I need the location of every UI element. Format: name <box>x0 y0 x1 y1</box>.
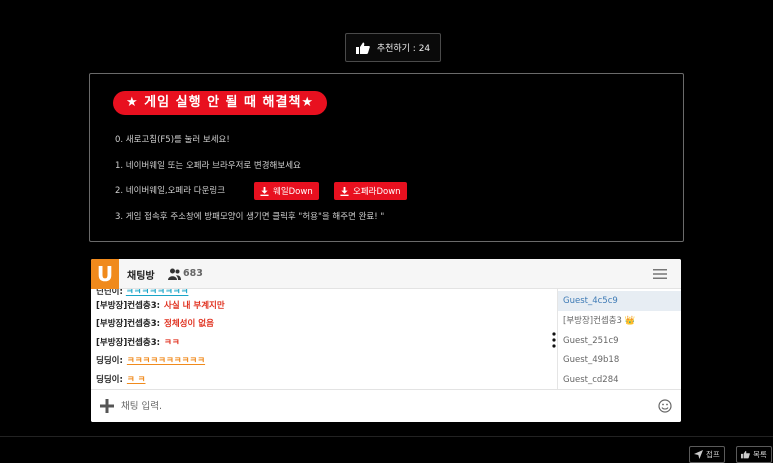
message-item: 딩딩이: ㅋ ㅋ <box>96 373 145 385</box>
bottom-bar: 접프 목록 <box>0 436 773 463</box>
chat-logo: U <box>91 259 119 289</box>
plus-icon[interactable] <box>100 399 114 413</box>
message-text: 사실 내 부계지만 <box>164 301 225 311</box>
opera-download-button[interactable]: 오페라Down <box>334 182 407 200</box>
user-list-item[interactable]: Guest_251c9 <box>558 331 681 351</box>
message-author: 딩딩이: <box>96 375 123 385</box>
whale-download-button[interactable]: 웨일Down <box>254 182 319 200</box>
user-list-item[interactable]: [부방장]컨셉충3 👑 <box>558 311 681 331</box>
report-label: 접프 <box>706 450 720 459</box>
guide-line-3: 3. 게임 접속후 주소창에 방패모양이 생기면 클릭후 "허용"을 해주면 완… <box>115 212 385 222</box>
message-item-partial: 딘딘이: ㅋㅋㅋㅋㅋㅋㅋㅋ <box>96 289 188 297</box>
message-author: 딩딩이: <box>96 356 123 366</box>
message-list[interactable]: 딘딘이: ㅋㅋㅋㅋㅋㅋㅋㅋ [부방장]컨셉충3: 사실 내 부계지만 [부방장]컨… <box>91 289 557 389</box>
more-options-icon[interactable] <box>552 332 556 348</box>
message-author: [부방장]컨셉충3: <box>96 301 161 311</box>
guide-line-1: 1. 네이버웨일 또는 오페라 브라우저로 변경해보세요 <box>115 161 301 171</box>
report-button[interactable]: 접프 <box>689 446 725 463</box>
recommend-button[interactable]: 추천하기 : 24 <box>345 33 441 62</box>
recommend-label: 추천하기 : 24 <box>376 44 431 54</box>
user-count: 683 <box>183 268 203 279</box>
whale-download-label: 웨일Down <box>273 187 313 197</box>
page-root: 추천하기 : 24 ★ 게임 실행 안 될 때 해결책★ 0. 새로고침(F5)… <box>0 0 773 463</box>
message-text: 정체성이 없음 <box>164 319 214 329</box>
users-icon <box>168 268 181 280</box>
guide-line-2: 2. 네이버웨일,오페라 다운링크 <box>115 186 226 196</box>
thumbs-up-icon <box>355 42 370 54</box>
message-item: [부방장]컨셉충3: ㅋㅋ <box>96 336 180 348</box>
menu-icon[interactable] <box>653 268 667 280</box>
message-item: [부방장]컨셉충3: 사실 내 부계지만 <box>96 299 225 311</box>
thumbs-up-icon <box>741 450 750 459</box>
message-text: ㅋㅋ <box>164 338 180 348</box>
chat-header: U 채팅방 683 <box>91 259 681 289</box>
download-icon <box>340 186 349 196</box>
game-fix-guide: ★ 게임 실행 안 될 때 해결책★ 0. 새로고침(F5)를 눌러 보세요! … <box>89 73 684 242</box>
chat-title: 채팅방 <box>127 271 155 282</box>
message-author: 딘딘이: <box>96 289 123 297</box>
chat-widget: U 채팅방 683 딘딘이: ㅋㅋㅋㅋㅋㅋㅋㅋ [부방장]컨셉충3: 사실 내 부… <box>91 259 681 422</box>
send-icon <box>694 450 703 459</box>
message-author: [부방장]컨셉충3: <box>96 319 161 329</box>
chat-input-bar <box>91 389 681 422</box>
list-button[interactable]: 목록 <box>736 446 772 463</box>
user-list-item[interactable]: Guest_49b18 <box>558 350 681 370</box>
download-icon <box>260 186 269 196</box>
message-author: [부방장]컨셉충3: <box>96 338 161 348</box>
message-text: ㅋㅋㅋㅋㅋㅋㅋㅋㅋㅋ <box>126 356 206 366</box>
user-list-item[interactable]: Guest_4c5c9 <box>558 291 681 311</box>
guide-line-0: 0. 새로고침(F5)를 눌러 보세요! <box>115 135 230 145</box>
message-text: ㅋㅋㅋㅋㅋㅋㅋㅋ <box>125 289 189 297</box>
user-list[interactable]: Guest_4c5c9 [부방장]컨셉충3 👑 Guest_251c9 Gues… <box>557 289 681 389</box>
message-item: 딩딩이: ㅋㅋㅋㅋㅋㅋㅋㅋㅋㅋ <box>96 354 205 366</box>
list-label: 목록 <box>753 450 767 459</box>
emoji-icon[interactable] <box>658 399 672 413</box>
message-item: [부방장]컨셉충3: 정체성이 없음 <box>96 317 214 329</box>
opera-download-label: 오페라Down <box>353 187 401 197</box>
chat-input[interactable] <box>121 398 651 415</box>
guide-title: ★ 게임 실행 안 될 때 해결책★ <box>113 91 328 115</box>
message-text: ㅋ ㅋ <box>126 375 146 385</box>
user-list-item[interactable]: Guest_cd284 <box>558 370 681 389</box>
